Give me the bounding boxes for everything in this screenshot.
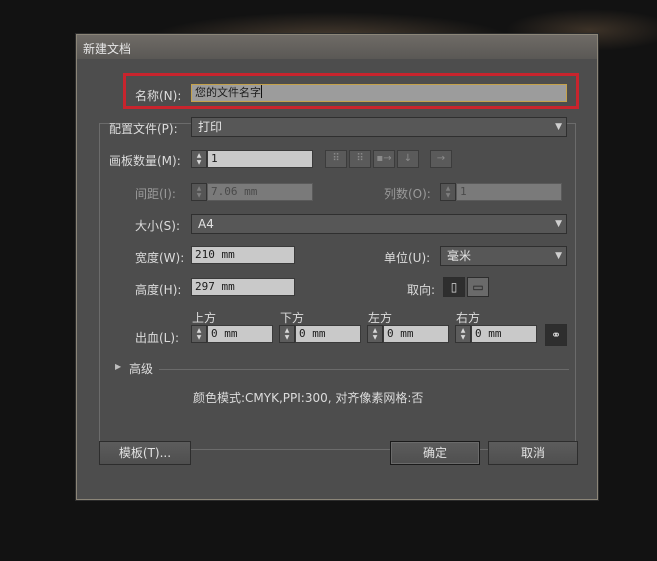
- chevron-down-icon: ▼: [555, 122, 562, 132]
- profile-label: 配置文件(P):: [109, 122, 178, 136]
- bleed-left-label: 左方: [368, 311, 393, 325]
- size-select[interactable]: A4 ▼: [191, 214, 567, 234]
- artboards-label: 画板数量(M):: [109, 154, 181, 168]
- spacing-label: 间距(I):: [135, 187, 176, 201]
- height-input[interactable]: 297 mm: [191, 278, 295, 296]
- disclosure-triangle-icon[interactable]: ▶: [115, 362, 121, 371]
- bleed-bottom-stepper[interactable]: ▲ ▼ 0 mm: [279, 325, 361, 343]
- chevron-down-icon: ▼: [555, 219, 562, 229]
- link-icon[interactable]: ⚭: [545, 324, 567, 346]
- new-document-dialog: 新建文档 名称(N): 您的文件名字 配置文件(P): 打印 ▼ 画板数量(M)…: [76, 34, 598, 500]
- grid-by-column-icon[interactable]: ⠿: [349, 150, 371, 168]
- stepper-arrows-icon[interactable]: ▲ ▼: [191, 150, 207, 168]
- bleed-label: 出血(L):: [135, 331, 180, 345]
- bleed-right-label: 右方: [456, 311, 481, 325]
- width-input[interactable]: 210 mm: [191, 246, 295, 264]
- bleed-top-stepper[interactable]: ▲ ▼ 0 mm: [191, 325, 273, 343]
- bleed-bottom-input[interactable]: 0 mm: [295, 325, 361, 343]
- ok-button[interactable]: 确定: [390, 441, 480, 465]
- portrait-icon[interactable]: ▯: [443, 277, 465, 297]
- stepper-arrows-icon[interactable]: ▲ ▼: [455, 325, 471, 343]
- size-value: A4: [198, 217, 214, 231]
- grid-by-row-icon[interactable]: ⠿: [325, 150, 347, 168]
- stepper-arrows-icon[interactable]: ▲ ▼: [279, 325, 295, 343]
- dialog-title: 新建文档: [83, 42, 132, 56]
- orientation-label: 取向:: [407, 283, 436, 297]
- stepper-arrows-icon[interactable]: ▲ ▼: [440, 183, 456, 201]
- bleed-left-stepper[interactable]: ▲ ▼ 0 mm: [367, 325, 449, 343]
- bleed-bottom-label: 下方: [280, 311, 305, 325]
- bleed-right-input[interactable]: 0 mm: [471, 325, 537, 343]
- spacing-input[interactable]: 7.06 mm: [207, 183, 313, 201]
- spacing-stepper[interactable]: ▲ ▼ 7.06 mm: [191, 183, 313, 201]
- units-select[interactable]: 毫米 ▼: [440, 246, 567, 266]
- bleed-left-input[interactable]: 0 mm: [383, 325, 449, 343]
- height-label: 高度(H):: [135, 283, 182, 297]
- arrange-by-row-icon[interactable]: ▪→: [373, 150, 395, 168]
- advanced-label[interactable]: 高级: [129, 360, 153, 377]
- profile-value: 打印: [198, 120, 223, 134]
- arrange-by-column-icon[interactable]: ↓: [397, 150, 419, 168]
- artboards-stepper[interactable]: ▲ ▼ 1: [191, 150, 313, 168]
- units-value: 毫米: [447, 249, 472, 263]
- artboards-input[interactable]: 1: [207, 150, 313, 168]
- summary-text: 颜色模式:CMYK,PPI:300, 对齐像素网格:否: [193, 391, 424, 405]
- advanced-divider: [159, 369, 569, 370]
- title-bar[interactable]: 新建文档: [77, 35, 597, 59]
- landscape-icon[interactable]: ▭: [467, 277, 489, 297]
- stepper-arrows-icon[interactable]: ▲ ▼: [191, 325, 207, 343]
- bleed-top-input[interactable]: 0 mm: [207, 325, 273, 343]
- bleed-right-stepper[interactable]: ▲ ▼ 0 mm: [455, 325, 537, 343]
- bleed-top-label: 上方: [192, 311, 217, 325]
- columns-stepper[interactable]: ▲ ▼ 1: [440, 183, 562, 201]
- width-label: 宽度(W):: [135, 251, 185, 265]
- name-highlight-box: [123, 73, 579, 109]
- columns-input[interactable]: 1: [456, 183, 562, 201]
- units-label: 单位(U):: [384, 251, 431, 265]
- columns-label: 列数(O):: [384, 187, 431, 201]
- profile-select[interactable]: 打印 ▼: [191, 117, 567, 137]
- size-label: 大小(S):: [135, 219, 181, 233]
- stepper-arrows-icon[interactable]: ▲ ▼: [367, 325, 383, 343]
- chevron-down-icon: ▼: [555, 251, 562, 261]
- cancel-button[interactable]: 取消: [488, 441, 578, 465]
- left-to-right-icon[interactable]: →: [430, 150, 452, 168]
- templates-button[interactable]: 模板(T)...: [99, 441, 191, 465]
- stepper-arrows-icon[interactable]: ▲ ▼: [191, 183, 207, 201]
